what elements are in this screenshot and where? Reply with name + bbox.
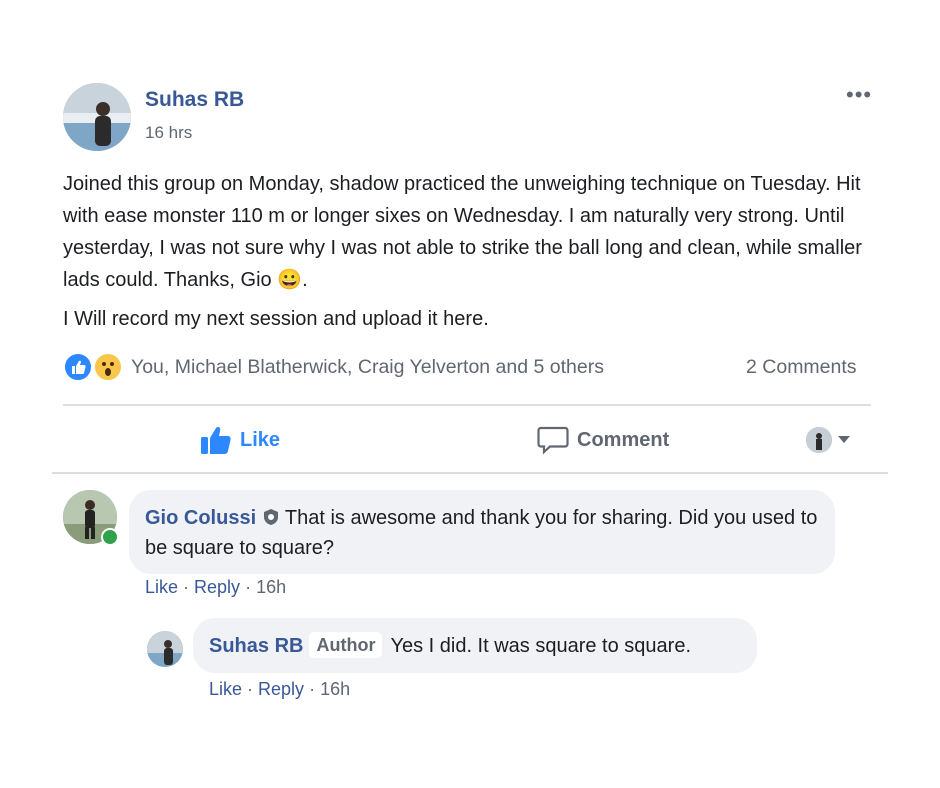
reply-author-avatar[interactable] xyxy=(147,631,183,667)
admin-shield-icon[interactable] xyxy=(262,508,280,526)
post-timestamp[interactable]: 16 hrs xyxy=(145,123,192,143)
comment-button[interactable]: Comment xyxy=(537,424,669,456)
avatar-photo xyxy=(147,631,183,667)
grinning-emoji-icon: 😀 xyxy=(277,269,303,291)
post-author-name[interactable]: Suhas RB xyxy=(145,88,244,112)
reply-author-name[interactable]: Suhas RB xyxy=(209,635,303,657)
author-badge: Author xyxy=(309,632,383,658)
divider xyxy=(63,404,871,406)
reply-body: Yes I did. It was square to square. xyxy=(390,635,691,657)
caret-down-icon xyxy=(838,436,850,443)
comment-like-link[interactable]: Like xyxy=(145,577,178,597)
comment-reply-link[interactable]: Reply xyxy=(194,577,240,597)
comment-timestamp[interactable]: 16h xyxy=(256,577,286,597)
thumbs-up-icon xyxy=(201,427,231,454)
reply-timestamp[interactable]: 16h xyxy=(320,679,350,699)
like-button-label: Like xyxy=(240,428,281,451)
post-text-period: . xyxy=(302,269,308,291)
reaction-icons[interactable] xyxy=(63,352,127,382)
comments-count-link[interactable]: 2 Comments xyxy=(746,356,857,379)
post-text-second-paragraph: I Will record my next session and upload… xyxy=(63,308,489,330)
comment-text: Gio Colussi That is awesome and thank yo… xyxy=(145,503,825,563)
like-reaction-icon xyxy=(63,352,93,382)
online-status-dot xyxy=(101,528,119,546)
reply-meta: Like · Reply · 16h xyxy=(209,679,351,699)
avatar-photo xyxy=(63,83,131,151)
comment-meta: Like · Reply · 16h xyxy=(145,577,287,597)
comment-bubble-icon xyxy=(537,426,569,455)
more-options-icon[interactable]: ••• xyxy=(846,82,872,108)
reply-reply-link[interactable]: Reply xyxy=(258,679,304,699)
current-user-avatar xyxy=(806,427,832,453)
post-text: Joined this group on Monday, shadow prac… xyxy=(63,168,863,296)
comment-author-name[interactable]: Gio Colussi xyxy=(145,507,256,529)
post-text-body: Joined this group on Monday, shadow prac… xyxy=(63,173,862,291)
reply-like-link[interactable]: Like xyxy=(209,679,242,699)
reactions-summary[interactable]: You, Michael Blatherwick, Craig Yelverto… xyxy=(131,356,604,379)
wow-reaction-icon xyxy=(93,352,123,382)
divider xyxy=(52,472,888,474)
post-as-selector[interactable] xyxy=(806,426,856,454)
reply-text: Suhas RB Author Yes I did. It was square t… xyxy=(209,632,691,660)
like-button[interactable]: Like xyxy=(200,424,280,456)
comment-button-label: Comment xyxy=(577,428,670,451)
post-author-avatar[interactable] xyxy=(63,83,131,151)
